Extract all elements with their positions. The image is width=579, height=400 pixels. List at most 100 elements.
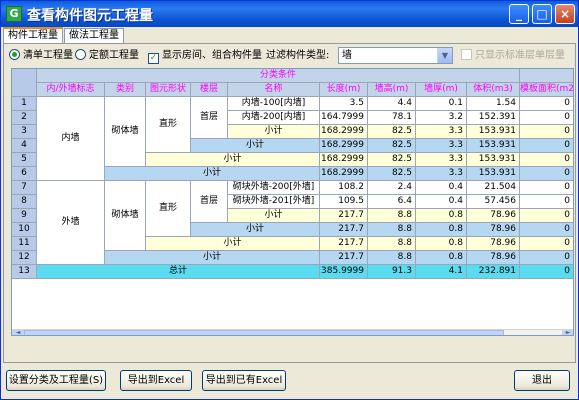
scroll-left-icon[interactable]: ◄ <box>12 330 24 335</box>
length-cell[interactable]: 168.2999 <box>320 139 368 153</box>
height-cell[interactable]: 8.8 <box>368 251 416 265</box>
volume-cell[interactable]: 153.931 <box>467 139 520 153</box>
flag-header[interactable]: 内/外墙标志 <box>37 83 105 97</box>
formwork-cell[interactable]: 0 <box>520 181 573 195</box>
chevron-down-icon[interactable]: ▼ <box>437 48 452 63</box>
title-bar[interactable]: G 查看构件图元工程量 _ □ × <box>1 1 578 27</box>
scrollbar-thumb[interactable] <box>24 330 504 335</box>
filter-type-select[interactable]: 墙 ▼ <box>338 47 453 64</box>
height-cell[interactable]: 82.5 <box>368 153 416 167</box>
name-cell[interactable]: 内墙-100[内墙] <box>228 97 320 111</box>
name-cell[interactable]: 小计 <box>146 237 320 251</box>
height-cell[interactable]: 82.5 <box>368 139 416 153</box>
total-label[interactable]: 总计 <box>37 265 320 279</box>
height-cell[interactable]: 4.4 <box>368 97 416 111</box>
horizontal-scrollbar[interactable]: ◄ ► <box>12 329 573 335</box>
formwork-cell[interactable]: 0 <box>520 97 573 111</box>
height-cell[interactable]: 8.8 <box>368 209 416 223</box>
scroll-right-icon[interactable]: ► <box>562 330 573 335</box>
formwork-cell[interactable]: 0 <box>520 139 573 153</box>
thickness-cell[interactable]: 0.4 <box>416 195 467 209</box>
maximize-button[interactable]: □ <box>532 4 552 24</box>
row-number[interactable]: 2 <box>12 111 37 125</box>
name-cell[interactable]: 小计 <box>146 153 320 167</box>
close-button[interactable]: × <box>555 4 575 24</box>
formwork-cell[interactable]: 0 <box>520 237 573 251</box>
thickness-cell[interactable]: 0.1 <box>416 97 467 111</box>
name-cell[interactable]: 砌块外墙-201[外墙] <box>228 195 320 209</box>
thickness-cell[interactable]: 3.3 <box>416 125 467 139</box>
length-cell[interactable]: 217.7 <box>320 223 368 237</box>
thickness-cell[interactable]: 3.3 <box>416 153 467 167</box>
volume-cell[interactable]: 78.96 <box>467 251 520 265</box>
export-excel-button[interactable]: 导出到Excel <box>120 370 192 391</box>
radio-dinge[interactable]: 定额工程量 <box>75 49 139 63</box>
row-number[interactable]: 7 <box>12 181 37 195</box>
height-cell[interactable]: 78.1 <box>368 111 416 125</box>
thickness-cell[interactable]: 0.8 <box>416 251 467 265</box>
volume-cell[interactable]: 232.891 <box>467 265 520 279</box>
radio-qingdan[interactable]: 清单工程量 <box>9 49 73 63</box>
height-cell[interactable]: 8.8 <box>368 237 416 251</box>
volume-cell[interactable]: 153.931 <box>467 153 520 167</box>
length-cell[interactable]: 164.7999 <box>320 111 368 125</box>
length-cell[interactable]: 108.2 <box>320 181 368 195</box>
length-cell[interactable]: 168.2999 <box>320 167 368 181</box>
formwork-cell[interactable]: 0 <box>520 251 573 265</box>
length-cell[interactable]: 109.5 <box>320 195 368 209</box>
name-cell[interactable]: 小计 <box>105 167 320 181</box>
name-cell[interactable]: 内墙-200[内墙] <box>228 111 320 125</box>
volume-cell[interactable]: 1.54 <box>467 97 520 111</box>
name-cell[interactable]: 小计 <box>228 125 320 139</box>
row-number[interactable]: 4 <box>12 139 37 153</box>
thickness-cell[interactable]: 0.8 <box>416 223 467 237</box>
formwork-cell[interactable]: 0 <box>520 125 573 139</box>
height-header[interactable]: 墙高(m) <box>368 83 416 97</box>
minimize-button[interactable]: _ <box>509 4 529 24</box>
height-cell[interactable]: 2.4 <box>368 181 416 195</box>
exit-button[interactable]: 退出 <box>514 370 570 391</box>
name-cell[interactable]: 小计 <box>191 139 320 153</box>
name-cell[interactable]: 小计 <box>191 223 320 237</box>
quantity-table[interactable]: 分类条件 内/外墙标志 类别 图元形状 楼层 名称 长度(m) 墙高(m) 墙厚(m) 体积(m3… <box>11 68 574 336</box>
length-cell[interactable]: 217.7 <box>320 251 368 265</box>
volume-cell[interactable]: 153.931 <box>467 125 520 139</box>
row-number[interactable]: 6 <box>12 167 37 181</box>
length-cell[interactable]: 168.2999 <box>320 125 368 139</box>
volume-cell[interactable]: 21.504 <box>467 181 520 195</box>
thickness-header[interactable]: 墙厚(m) <box>416 83 467 97</box>
volume-cell[interactable]: 78.96 <box>467 223 520 237</box>
length-cell[interactable]: 217.7 <box>320 209 368 223</box>
formwork-cell[interactable]: 0 <box>520 223 573 237</box>
volume-cell[interactable]: 57.456 <box>467 195 520 209</box>
formwork-cell[interactable]: 0 <box>520 153 573 167</box>
row-number[interactable]: 1 <box>12 97 37 111</box>
formwork-cell[interactable]: 0 <box>520 111 573 125</box>
thickness-cell[interactable]: 0.4 <box>416 181 467 195</box>
height-cell[interactable]: 8.8 <box>368 223 416 237</box>
formwork-cell[interactable]: 0 <box>520 209 573 223</box>
row-number[interactable]: 9 <box>12 209 37 223</box>
name-cell[interactable]: 小计 <box>228 209 320 223</box>
volume-cell[interactable]: 153.931 <box>467 167 520 181</box>
show-room-checkbox[interactable]: ✓ 显示房间、组合构件量 <box>148 49 262 64</box>
export-existing-excel-button[interactable]: 导出到已有Excel <box>202 370 286 391</box>
row-number[interactable]: 12 <box>12 251 37 265</box>
shape-header[interactable]: 图元形状 <box>146 83 191 97</box>
thickness-cell[interactable]: 3.3 <box>416 167 467 181</box>
length-cell[interactable]: 3.5 <box>320 97 368 111</box>
thickness-cell[interactable]: 3.2 <box>416 111 467 125</box>
row-number[interactable]: 5 <box>12 153 37 167</box>
volume-header[interactable]: 体积(m3) <box>467 83 520 97</box>
thickness-cell[interactable]: 0.8 <box>416 209 467 223</box>
tab-method-quantity[interactable]: 做法工程量 <box>64 28 124 44</box>
category-header[interactable]: 类别 <box>105 83 146 97</box>
length-cell[interactable]: 168.2999 <box>320 153 368 167</box>
name-cell[interactable]: 小计 <box>105 251 320 265</box>
thickness-cell[interactable]: 0.8 <box>416 237 467 251</box>
formwork-cell[interactable]: 0 <box>520 167 573 181</box>
volume-cell[interactable]: 78.96 <box>467 237 520 251</box>
only-std-checkbox[interactable]: 只显示标准层单层量 <box>461 49 565 63</box>
height-cell[interactable]: 82.5 <box>368 125 416 139</box>
formwork-header[interactable]: 模板面积(m2) <box>520 83 573 97</box>
